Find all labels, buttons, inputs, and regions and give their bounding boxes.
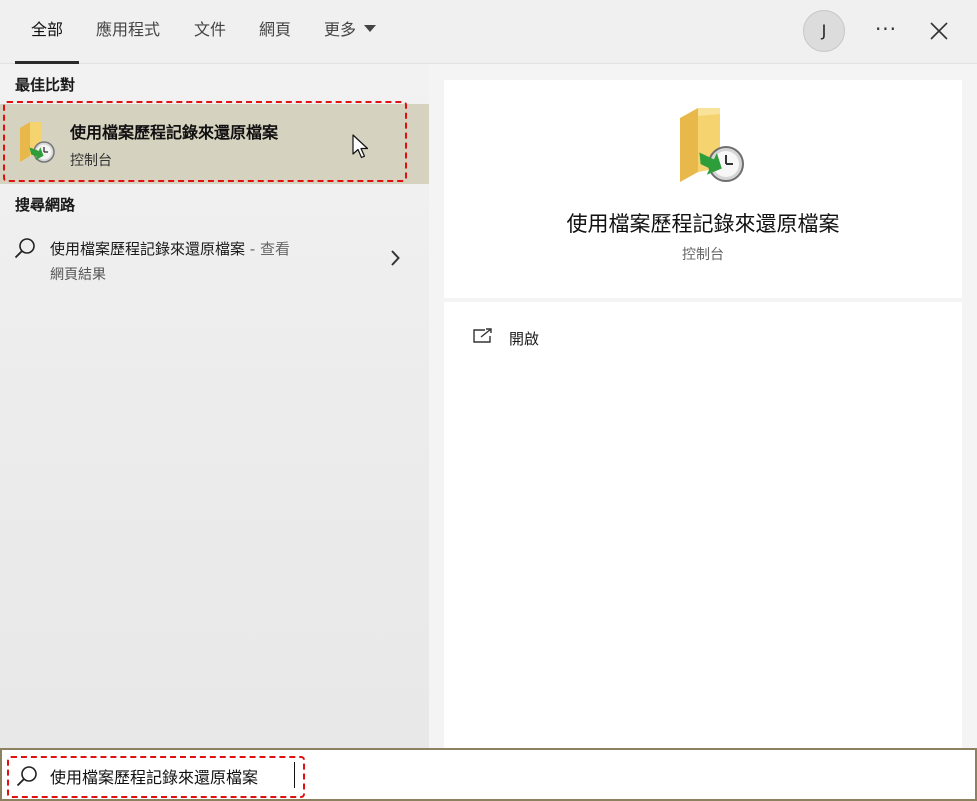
web-search-heading: 搜尋網路 [15,196,76,214]
web-search-suffix: - 查看 [245,240,290,258]
tab-documents[interactable]: 文件 [194,18,226,46]
web-search-subtitle: 網頁結果 [50,267,106,283]
tab-more-label: 更多 [324,20,357,39]
open-icon [473,328,492,343]
web-search-title: 使用檔案歷程記錄來還原檔案 - 查看 [50,238,290,259]
web-search-result[interactable]: 使用檔案歷程記錄來還原檔案 - 查看 網頁結果 [0,224,429,288]
mouse-pointer-icon [352,134,369,159]
chevron-right-icon[interactable] [390,250,400,266]
tab-all[interactable]: 全部 [14,18,80,64]
web-search-query: 使用檔案歷程記錄來還原檔案 [50,240,246,258]
file-history-large-icon [676,106,748,190]
detail-header-card: 使用檔案歷程記錄來還原檔案 控制台 [444,80,962,298]
close-button[interactable] [921,14,957,48]
tab-more[interactable]: 更多 [324,18,377,46]
best-match-heading: 最佳比對 [15,76,76,94]
more-options-button[interactable]: ··· [868,14,904,48]
search-bar [0,748,977,801]
detail-title: 使用檔案歷程記錄來還原檔案 [566,212,840,236]
avatar[interactable]: J [803,10,845,52]
annotation-highlight-box [7,756,305,798]
detail-actions-card: 開啟 [444,302,962,748]
detail-pane: 使用檔案歷程記錄來還原檔案 控制台 開啟 [429,64,977,748]
close-icon [930,22,948,40]
open-action[interactable]: 開啟 [444,320,962,356]
tab-web[interactable]: 網頁 [259,18,291,46]
open-action-label: 開啟 [509,330,540,348]
top-tab-bar: 全部 應用程式 文件 網頁 更多 J ··· [0,0,977,64]
tab-apps[interactable]: 應用程式 [96,18,160,46]
caret-down-icon [364,25,377,32]
results-pane: 最佳比對 使用檔案歷程記錄來還原檔案 控制台 搜尋網路 使用檔案歷程記錄來還原檔… [0,64,429,748]
annotation-highlight-box [3,101,407,182]
search-icon [14,238,35,259]
detail-subtitle: 控制台 [682,247,724,263]
